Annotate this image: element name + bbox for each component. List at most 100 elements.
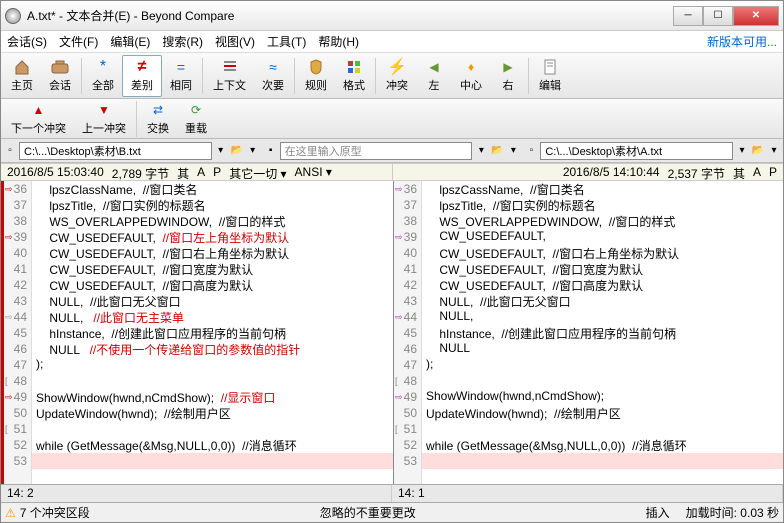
conflict-button[interactable]: ⚡冲突 (378, 55, 416, 97)
code-line[interactable]: hInstance, //创建此窗口应用程序的当前句柄 (32, 325, 393, 341)
menu-help[interactable]: 帮助(H) (318, 33, 359, 50)
format-button[interactable]: 格式 (335, 55, 373, 97)
code-line[interactable]: ); (32, 357, 393, 373)
code-line[interactable]: lpszTitle, //窗口实例的标题名 (32, 197, 393, 213)
format-icon (345, 58, 363, 76)
rules-button[interactable]: 规则 (297, 55, 335, 97)
close-button[interactable]: ✕ (733, 6, 779, 26)
diff-button[interactable]: ≠差别 (122, 55, 162, 97)
menu-tools[interactable]: 工具(T) (267, 33, 306, 50)
code-line[interactable]: CW_USEDEFAULT, (422, 229, 783, 245)
code-line[interactable] (32, 421, 393, 437)
line-number: 36⇨ (394, 181, 421, 197)
code-line[interactable]: NULL, (422, 309, 783, 325)
left-pane[interactable]: 36⇨373839⇨4041424344⇨45464748[49⇨5051[52… (1, 181, 393, 484)
code-line[interactable]: ShowWindow(hwnd,nCmdShow); //显示窗口 (32, 389, 393, 405)
edit-icon (541, 58, 559, 76)
code-line[interactable]: NULL, //此窗口无父窗口 (32, 293, 393, 309)
right-button[interactable]: ▶右 (490, 55, 526, 97)
menu-file[interactable]: 文件(F) (59, 33, 98, 50)
session-button[interactable]: 会话 (41, 55, 79, 97)
minimize-button[interactable]: ─ (673, 6, 703, 26)
info-bar: 2016/8/5 15:03:40 2,789 字节 其 A P 其它一切 ▾ … (1, 163, 783, 181)
code-line[interactable]: CW_USEDEFAULT, //窗口右上角坐标为默认 (422, 245, 783, 261)
code-line[interactable]: CW_USEDEFAULT, //窗口右上角坐标为默认 (32, 245, 393, 261)
left-code[interactable]: lpszClassName, //窗口类名 lpszTitle, //窗口实例的… (32, 181, 393, 484)
code-line[interactable]: UpdateWindow(hwnd); //绘制用户区 (32, 405, 393, 421)
line-number: 45 (394, 325, 421, 341)
code-line[interactable]: while (GetMessage(&Msg,NULL,0,0)) //消息循环 (32, 437, 393, 453)
line-number: 44⇨ (394, 309, 421, 325)
dropdown-icon[interactable]: ▾ (474, 144, 488, 158)
browse-icon[interactable]: ▾ (767, 144, 781, 158)
next-conflict-button[interactable]: ▼上一冲突 (74, 98, 134, 140)
new-version-link[interactable]: 新版本可用... (707, 33, 777, 50)
code-line[interactable]: while (GetMessage(&Msg,NULL,0,0)) //消息循环 (422, 437, 783, 453)
same-button[interactable]: =相同 (162, 55, 200, 97)
code-line[interactable] (32, 453, 393, 469)
code-line[interactable]: CW_USEDEFAULT, //窗口宽度为默认 (422, 261, 783, 277)
menu-session[interactable]: 会话(S) (7, 33, 47, 50)
left-icon: ◀ (425, 58, 443, 76)
code-line[interactable]: UpdateWindow(hwnd); //绘制用户区 (422, 405, 783, 421)
open-folder-icon[interactable]: 📂 (490, 144, 504, 158)
code-line[interactable]: WS_OVERLAPPEDWINDOW, //窗口的样式 (32, 213, 393, 229)
code-line[interactable]: NULL (422, 341, 783, 357)
code-line[interactable] (422, 453, 783, 469)
code-line[interactable]: NULL, //此窗口无主菜单 (32, 309, 393, 325)
code-line[interactable]: CW_USEDEFAULT, //窗口宽度为默认 (32, 261, 393, 277)
code-line[interactable] (32, 373, 393, 389)
code-line[interactable]: CW_USEDEFAULT, //窗口高度为默认 (422, 277, 783, 293)
menu-view[interactable]: 视图(V) (215, 33, 255, 50)
open-folder-icon[interactable]: 📂 (230, 144, 244, 158)
swap-button[interactable]: ⇄交换 (139, 98, 177, 140)
all-button[interactable]: *全部 (84, 55, 122, 97)
menu-edit[interactable]: 编辑(E) (110, 33, 150, 50)
file-icon: ▪ (264, 144, 278, 158)
menu-search[interactable]: 搜索(R) (162, 33, 203, 50)
prev-conflict-button[interactable]: ▲下一个冲突 (3, 98, 74, 140)
code-line[interactable]: lpszClassName, //窗口类名 (32, 181, 393, 197)
left-path-input[interactable]: C:\...\Desktop\素材\B.txt (19, 142, 212, 160)
line-number: 38 (4, 213, 31, 229)
dropdown-icon[interactable]: ▾ (735, 144, 749, 158)
line-number: 47 (4, 357, 31, 373)
minor-button[interactable]: ≈次要 (254, 55, 292, 97)
code-line[interactable]: NULL, //此窗口无父窗口 (422, 293, 783, 309)
home-button[interactable]: 主页 (3, 55, 41, 97)
code-line[interactable]: lpszCassName, //窗口类名 (422, 181, 783, 197)
code-line[interactable] (422, 421, 783, 437)
reload-button[interactable]: ⟳重载 (177, 98, 215, 140)
right-code[interactable]: lpszCassName, //窗口类名 lpszTitle, //窗口实例的标… (422, 181, 783, 484)
line-number: 43 (4, 293, 31, 309)
line-number: 48[ (4, 373, 31, 389)
right-pane[interactable]: 36⇨373839⇨4041424344⇨45464748[49⇨5051[52… (393, 181, 783, 484)
diff-arrow-icon: ⇨ (5, 184, 13, 195)
open-folder-icon[interactable]: 📂 (751, 144, 765, 158)
code-line[interactable]: lpszTitle, //窗口实例的标题名 (422, 197, 783, 213)
code-line[interactable]: NULL //不使用一个传递给窗口的参数值的指针 (32, 341, 393, 357)
code-line[interactable]: ShowWindow(hwnd,nCmdShow); (422, 389, 783, 405)
browse-icon[interactable]: ▾ (506, 144, 520, 158)
dropdown-icon[interactable]: ▾ (214, 144, 228, 158)
maximize-button[interactable]: ☐ (703, 6, 733, 26)
context-button[interactable]: 上下文 (205, 55, 254, 97)
code-line[interactable]: WS_OVERLAPPEDWINDOW, //窗口的样式 (422, 213, 783, 229)
line-number: 48[ (394, 373, 421, 389)
code-line[interactable]: CW_USEDEFAULT, //窗口左上角坐标为默认 (32, 229, 393, 245)
code-line[interactable]: hInstance, //创建此窗口应用程序的当前句柄 (422, 325, 783, 341)
conflict-icon: ⚡ (388, 58, 406, 76)
line-number: 50 (394, 405, 421, 421)
center-button[interactable]: ♦中心 (452, 55, 490, 97)
separator (202, 58, 203, 94)
right-path-input[interactable]: C:\...\Desktop\素材\A.txt (540, 142, 733, 160)
code-line[interactable]: CW_USEDEFAULT, //窗口高度为默认 (32, 277, 393, 293)
center-path-input[interactable]: 在这里输入原型 (280, 142, 473, 160)
edit-button[interactable]: 编辑 (531, 55, 569, 97)
code-line[interactable]: ); (422, 357, 783, 373)
left-button[interactable]: ◀左 (416, 55, 452, 97)
browse-icon[interactable]: ▾ (246, 144, 260, 158)
code-line[interactable] (422, 373, 783, 389)
left-encoding[interactable]: ANSI ▾ (295, 165, 332, 179)
line-number: 42 (4, 277, 31, 293)
